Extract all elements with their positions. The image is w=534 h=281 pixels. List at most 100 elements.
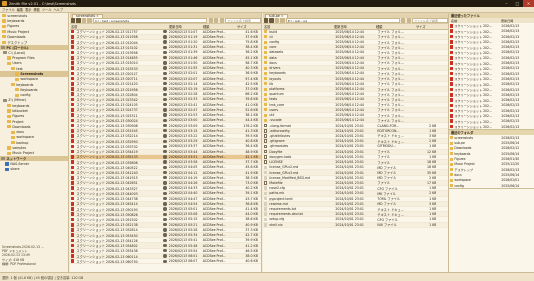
file-type: ACDSee Prof...	[202, 180, 226, 185]
minimize-button[interactable]: –	[501, 0, 512, 7]
refresh-icon[interactable]	[280, 18, 285, 23]
recent-folders-section: 最近のフォルダ screenshots 2026/02/13 sub-pe 2025/…	[449, 130, 534, 190]
pdf-file-icon	[71, 202, 75, 206]
col-size[interactable]: サイズ	[415, 24, 435, 29]
tab-sub-pe[interactable]: sub-pe ×	[265, 13, 288, 18]
file-size: 1 KB	[429, 154, 437, 159]
file-date: 2026/02/13 03:29	[168, 139, 198, 144]
col-type[interactable]: 種類	[375, 24, 415, 29]
file-size: 17 KB	[427, 180, 437, 185]
menu-file[interactable]: ファイル	[2, 7, 15, 12]
file-date: 2026/02/13 03:09	[168, 123, 198, 128]
forward-icon[interactable]	[76, 18, 81, 23]
quick-access-label: screenshots	[7, 13, 28, 18]
file-name: datasets	[269, 50, 284, 55]
filter-icon[interactable]	[219, 18, 224, 23]
recent-file-name: スクリーンショット 202...	[454, 125, 492, 130]
sync-status-icon	[163, 196, 167, 201]
pdf-file-icon	[71, 82, 75, 86]
network-item[interactable]: share	[0, 167, 68, 172]
table-row[interactable]: shell.nix 2024/10/01 23:01 NIX ファイル 1 KB	[263, 222, 448, 228]
file-size: 2 KB	[429, 175, 437, 180]
file-date: 2026/02/13 04:54	[168, 201, 198, 206]
sync-status-icon	[163, 87, 167, 91]
file-type: ACDSee Prof...	[202, 76, 226, 81]
file-name: スクリーンショット 2026-02-13 060750	[76, 259, 138, 264]
menu-go[interactable]: 移動	[34, 7, 40, 12]
col-size[interactable]: サイズ	[236, 24, 260, 29]
sort-icon[interactable]	[214, 18, 219, 23]
menu-help[interactable]: ヘルプ	[53, 7, 63, 12]
quick-access-label: Figures	[7, 24, 20, 29]
file-date: 2026/02/13 04:05	[168, 165, 198, 170]
sync-status-icon	[163, 35, 167, 39]
col-date[interactable]: 更新日時	[168, 24, 202, 29]
file-list: build 2025/06/14 12:44 ファイル フォル... cli 2025/…	[263, 30, 448, 228]
file-name: .gitattributes	[269, 133, 291, 138]
file-size: 39.5 KB	[245, 133, 258, 138]
recent-folder-item[interactable]: config 2025/06/14	[449, 183, 534, 188]
quick-access-list: screenshots keyboards Figures Music Project…	[0, 13, 68, 45]
text-file-icon	[264, 212, 268, 217]
file-name: nose2.cfg	[269, 186, 285, 191]
back-icon[interactable]	[264, 18, 269, 23]
up-icon[interactable]	[81, 18, 87, 23]
recent-folder-date: 2025/06/14	[501, 151, 520, 156]
file-name: config	[269, 40, 280, 45]
sort-icon[interactable]	[406, 18, 411, 23]
pdf-file-icon	[71, 108, 75, 112]
file-type: ACDSee Prof...	[202, 29, 226, 34]
address-bar[interactable]: E:\ › sub › pe	[285, 18, 400, 23]
pdf-file-icon	[71, 249, 75, 253]
file-date: 2026/02/13 06:01	[168, 254, 198, 259]
sync-status-icon	[163, 56, 167, 60]
folder-icon	[264, 82, 268, 86]
recent-file-item[interactable]: スクリーンショット 202... 2026/02/13	[449, 124, 534, 129]
file-date: 2024/10/01 23:01	[335, 149, 364, 154]
folder-icon	[15, 93, 20, 97]
menu-view[interactable]: 表示	[25, 7, 31, 12]
folder-icon	[264, 113, 268, 117]
refresh-icon[interactable]	[87, 18, 92, 23]
file-type: ACDSee Prof...	[202, 87, 226, 92]
file-date: 2026/02/13 02:01	[168, 71, 198, 76]
file-name: Doxyfile	[269, 149, 283, 154]
menu-tools[interactable]: ツール	[42, 7, 52, 12]
file-type: CLANG-FOR...	[377, 123, 400, 128]
search-input[interactable]: ファイル名で検索	[412, 18, 448, 23]
pdf-file-icon	[71, 191, 75, 196]
file-name: .gitignore	[269, 139, 285, 144]
recent-file-date: 2026/02/13	[501, 92, 520, 97]
back-icon[interactable]	[71, 18, 76, 23]
file-size: 3 KB	[429, 201, 437, 206]
pdf-file-icon	[71, 66, 75, 70]
forward-icon[interactable]	[269, 18, 274, 23]
view-icon[interactable]	[401, 18, 406, 23]
folder-icon	[15, 77, 20, 81]
file-date: 2025/06/14 12:44	[335, 118, 364, 123]
col-type[interactable]: 種類	[202, 24, 236, 29]
quick-access-label: Music Project	[7, 29, 30, 34]
recent-folder-date: 2026/01/30	[501, 157, 520, 162]
search-input[interactable]: ファイル名で検索	[225, 18, 261, 23]
table-row[interactable]: スクリーンショット 2026-02-13 060750 2026/02/13 06…	[70, 259, 261, 265]
folder-icon	[11, 135, 16, 140]
folder-tree: C:\ (Local) Program Files Users test Screens…	[0, 50, 68, 156]
pdf-file-icon	[71, 55, 75, 60]
quick-access-label: Downloads	[7, 34, 26, 39]
maximize-button[interactable]: □	[512, 0, 523, 7]
col-date[interactable]: 更新日時	[333, 24, 375, 29]
close-button[interactable]: ✕	[523, 0, 534, 7]
pdf-file-icon	[71, 254, 75, 258]
menu-edit[interactable]: 編集	[17, 7, 23, 12]
file-date: 2026/02/13 05:48	[168, 243, 198, 248]
up-icon[interactable]	[274, 18, 280, 23]
col-name[interactable]: 名前	[263, 24, 333, 29]
col-name[interactable]: 名前	[70, 24, 162, 29]
file-date: 2025/06/14 12:44	[335, 40, 364, 45]
folder-icon	[450, 173, 454, 177]
file-size: 36.9 KB	[245, 71, 258, 76]
view-icon[interactable]	[208, 18, 213, 23]
file-size: 1 KB	[429, 186, 437, 191]
address-bar[interactable]: C:\ › test › screenshots	[92, 18, 208, 23]
